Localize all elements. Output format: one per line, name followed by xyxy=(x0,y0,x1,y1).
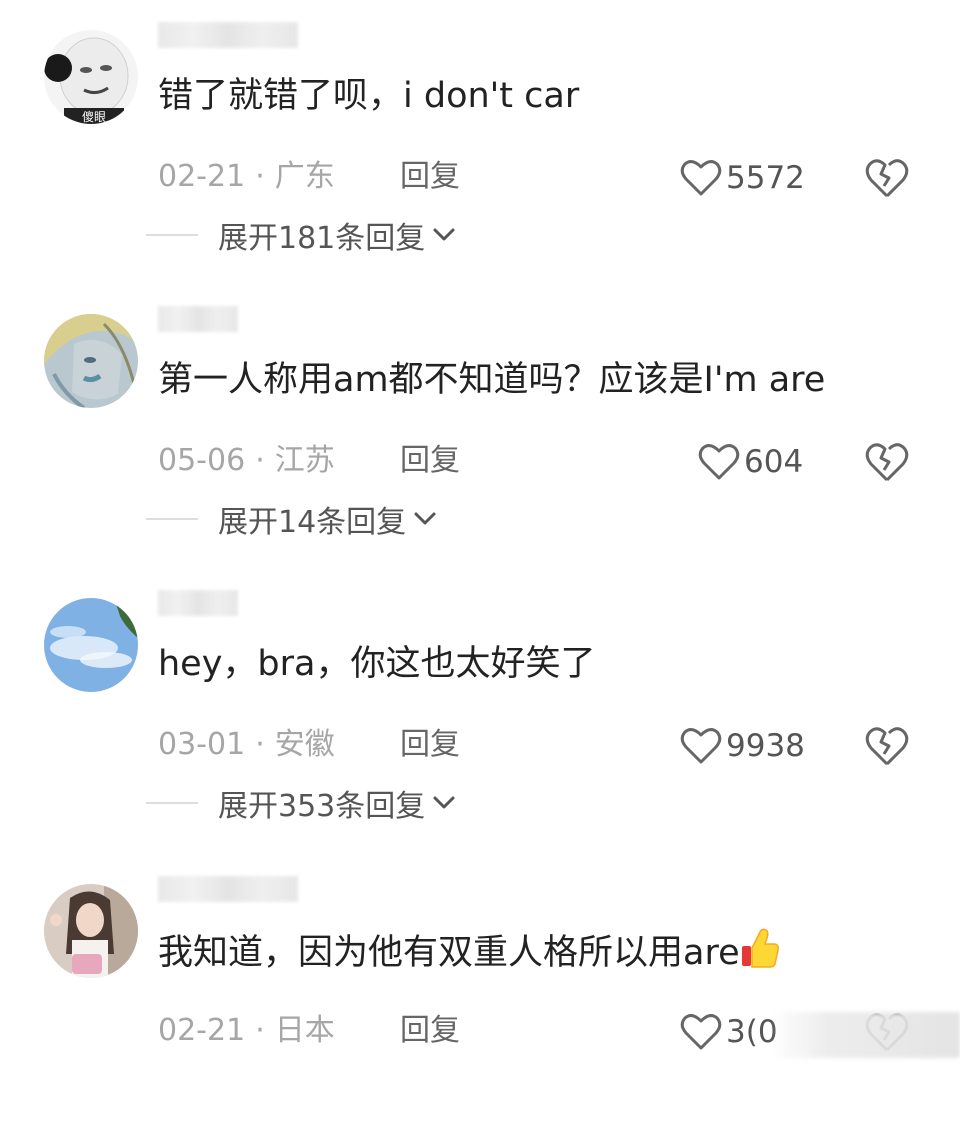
username-blurred[interactable] xyxy=(158,590,238,616)
comment-text-body: 我知道，因为他有双重人格所以用are xyxy=(158,933,740,973)
comment-meta: 05-06 · 江苏 xyxy=(158,441,335,481)
expand-replies-button[interactable]: 展开181条回复 xyxy=(146,215,457,256)
divider-line xyxy=(146,802,198,804)
comment-item: 傻眼 错了就错了呗，i don't car 02-21 · 广东 回复 5572 展… xyxy=(0,10,960,294)
like-count: 604 xyxy=(744,444,804,480)
comment-meta: 02-21 · 日本 xyxy=(158,1011,335,1051)
username-blurred[interactable] xyxy=(158,306,238,332)
comment-location: 日本 xyxy=(274,1013,335,1048)
expand-replies-label: 展开181条回复 xyxy=(218,221,426,256)
comment-location: 广东 xyxy=(274,159,335,194)
username-blurred[interactable] xyxy=(158,22,298,48)
reply-button[interactable]: 回复 xyxy=(400,157,460,197)
person-photo-avatar xyxy=(44,884,138,978)
heart-outline-icon xyxy=(698,444,740,480)
comment-item: hey，bra，你这也太好笑了 03-01 · 安徽 回复 9938 展开353条回… xyxy=(0,578,960,862)
comment-date: 02-21 xyxy=(158,159,246,194)
like-count: 5572 xyxy=(726,160,805,196)
comment-date: 03-01 xyxy=(158,727,246,762)
avatar[interactable] xyxy=(44,884,138,978)
comment-location: 安徽 xyxy=(274,727,335,762)
meta-separator: · xyxy=(255,1013,265,1048)
comment-location: 江苏 xyxy=(274,443,335,478)
comment-date: 02-21 xyxy=(158,1013,246,1048)
meta-separator: · xyxy=(255,159,265,194)
like-button[interactable]: 5572 xyxy=(680,156,805,200)
expand-replies-button[interactable]: 展开353条回复 xyxy=(146,783,457,824)
comment-meta: 02-21 · 广东 xyxy=(158,157,335,197)
divider-line xyxy=(146,518,198,520)
broken-heart-icon[interactable] xyxy=(864,440,910,484)
comment-item: 我知道，因为他有双重人格所以用are 02-21 · 日本 回复 3(0 xyxy=(0,864,960,1148)
expand-replies-button[interactable]: 展开14条回复 xyxy=(146,499,438,540)
broken-heart-icon[interactable] xyxy=(864,724,910,768)
thumbs-up-emoji-icon xyxy=(741,928,779,968)
avatar-caption: 傻眼 xyxy=(82,110,106,124)
heart-outline-icon xyxy=(680,160,722,196)
comment-date: 05-06 xyxy=(158,443,246,478)
comment-text: 第一人称用am都不知道吗？应该是I'm are xyxy=(158,360,826,400)
avatar[interactable] xyxy=(44,314,138,408)
avatar[interactable] xyxy=(44,598,138,692)
comment-item: 第一人称用am都不知道吗？应该是I'm are 05-06 · 江苏 回复 604 … xyxy=(0,294,960,578)
chevron-down-icon xyxy=(433,228,455,241)
avatar[interactable]: 傻眼 xyxy=(44,30,138,124)
heart-outline-icon xyxy=(680,1014,722,1050)
divider-line xyxy=(146,234,198,236)
comment-text: 我知道，因为他有双重人格所以用are xyxy=(158,926,780,977)
meta-separator: · xyxy=(255,443,265,478)
heart-outline-icon xyxy=(680,728,722,764)
like-button[interactable]: 3(0 xyxy=(680,1010,778,1054)
comment-text: 错了就错了呗，i don't car xyxy=(158,76,580,116)
expand-replies-label: 展开353条回复 xyxy=(218,789,426,824)
like-button[interactable]: 604 xyxy=(698,440,803,484)
anime-portrait-avatar xyxy=(44,314,138,408)
reply-button[interactable]: 回复 xyxy=(400,1011,460,1051)
reply-button[interactable]: 回复 xyxy=(400,441,460,481)
username-blurred[interactable] xyxy=(158,876,298,902)
comment-text: hey，bra，你这也太好笑了 xyxy=(158,644,596,684)
chevron-down-icon xyxy=(414,512,436,525)
chevron-down-icon xyxy=(433,796,455,809)
watermark-overlay xyxy=(770,1012,960,1058)
expand-replies-label: 展开14条回复 xyxy=(218,505,407,540)
meta-separator: · xyxy=(255,727,265,762)
reply-button[interactable]: 回复 xyxy=(400,725,460,765)
meme-face-avatar: 傻眼 xyxy=(44,30,138,124)
broken-heart-icon[interactable] xyxy=(864,156,910,200)
sky-avatar xyxy=(44,598,138,692)
like-button[interactable]: 9938 xyxy=(680,724,805,768)
comment-meta: 03-01 · 安徽 xyxy=(158,725,335,765)
like-count: 9938 xyxy=(726,728,805,764)
